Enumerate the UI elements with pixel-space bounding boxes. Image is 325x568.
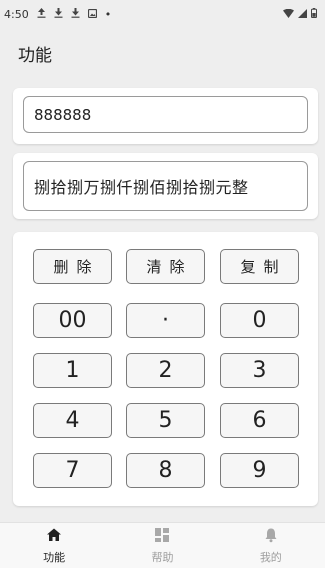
key-8-button[interactable]: 8 xyxy=(126,453,205,488)
key-7-button[interactable]: 7 xyxy=(33,453,112,488)
nav-item-help[interactable]: 帮助 xyxy=(108,523,216,568)
home-icon xyxy=(46,527,62,546)
battery-icon xyxy=(311,7,317,21)
app-bar: 功能 xyxy=(0,28,325,78)
number-input-value: 888888 xyxy=(34,105,92,124)
keypad-card: 删除 清除 复制 00 · 0 1 2 3 4 5 6 7 8 9 xyxy=(13,232,318,506)
status-time: 4:50 xyxy=(4,7,29,21)
key-1-button[interactable]: 1 xyxy=(33,353,112,388)
result-output[interactable]: 捌拾捌万捌仟捌佰捌拾捌元整 xyxy=(23,161,308,211)
key-5-button[interactable]: 5 xyxy=(126,403,205,438)
key-dot-button[interactable]: · xyxy=(126,303,205,338)
bell-icon xyxy=(263,527,279,546)
image-icon xyxy=(87,8,97,21)
status-bar: 4:50 • xyxy=(0,0,325,28)
number-input[interactable]: 888888 xyxy=(23,96,308,133)
nav-item-mine[interactable]: 我的 xyxy=(217,523,325,568)
key-9-button[interactable]: 9 xyxy=(220,453,299,488)
dashboard-icon xyxy=(154,527,170,546)
status-dot: • xyxy=(104,7,112,21)
key-2-button[interactable]: 2 xyxy=(126,353,205,388)
key-6-button[interactable]: 6 xyxy=(220,403,299,438)
wifi-icon xyxy=(283,8,294,21)
input-card: 888888 xyxy=(13,88,318,144)
result-card: 捌拾捌万捌仟捌佰捌拾捌元整 xyxy=(13,153,318,219)
bottom-nav: 功能 帮助 我的 xyxy=(0,522,325,568)
result-output-value: 捌拾捌万捌仟捌佰捌拾捌元整 xyxy=(34,178,249,197)
copy-button[interactable]: 复制 xyxy=(220,249,299,284)
key-00-button[interactable]: 00 xyxy=(33,303,112,338)
clear-button[interactable]: 清除 xyxy=(126,249,205,284)
signal-icon xyxy=(298,8,307,21)
download-icon xyxy=(71,7,80,21)
nav-item-label: 功能 xyxy=(43,550,66,564)
nav-item-function[interactable]: 功能 xyxy=(0,523,108,568)
upload-icon xyxy=(37,7,46,21)
key-3-button[interactable]: 3 xyxy=(220,353,299,388)
nav-item-label: 我的 xyxy=(259,550,282,564)
download-icon xyxy=(54,7,63,21)
nav-item-label: 帮助 xyxy=(151,550,174,564)
key-0-button[interactable]: 0 xyxy=(220,303,299,338)
key-4-button[interactable]: 4 xyxy=(33,403,112,438)
page-title: 功能 xyxy=(18,45,52,66)
delete-button[interactable]: 删除 xyxy=(33,249,112,284)
